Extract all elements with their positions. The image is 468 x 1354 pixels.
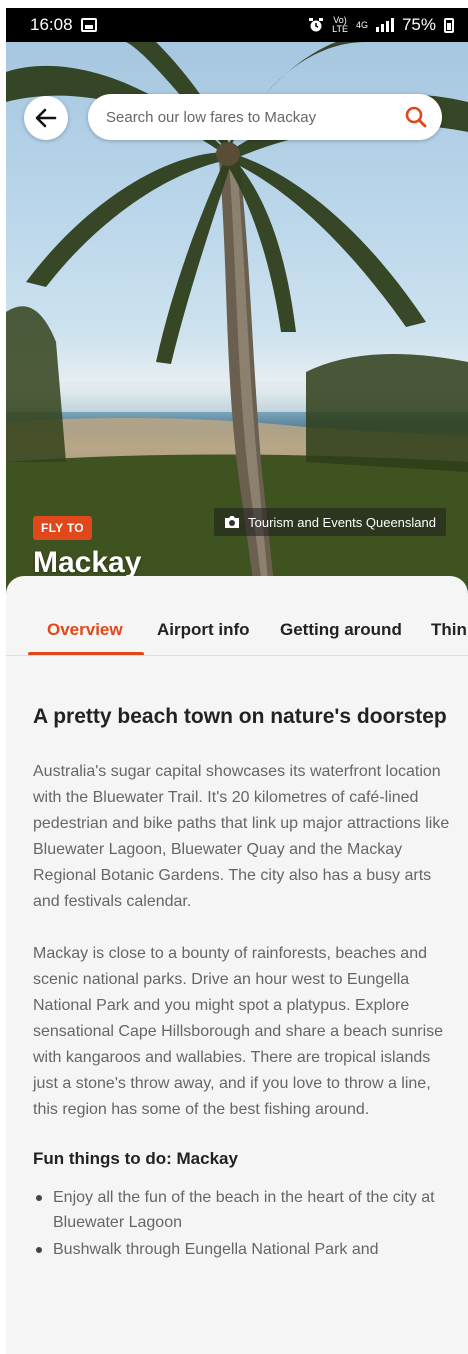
active-tab-indicator (28, 652, 144, 655)
battery-icon (444, 17, 454, 33)
alarm-icon (309, 18, 324, 32)
destination-title: Mackay (33, 546, 142, 579)
photo-credit: Tourism and Events Queensland (214, 508, 446, 536)
article-paragraph: Australia's sugar capital showcases its … (33, 763, 450, 910)
tab-things-to-do[interactable]: Thin (431, 620, 467, 640)
tab-overview[interactable]: Overview (47, 620, 123, 640)
article-heading: A pretty beach town on nature's doorstep (33, 705, 447, 728)
camera-icon (225, 516, 240, 528)
search-bar[interactable] (88, 94, 442, 140)
status-bar: 16:08 Vo) LTE 4G 75% (6, 8, 468, 42)
photo-credit-text: Tourism and Events Queensland (248, 514, 436, 530)
volte-bottom-label: LTE (332, 24, 348, 34)
tab-airport-info[interactable]: Airport info (157, 620, 250, 640)
fly-to-badge: FLY TO (33, 516, 92, 540)
list-item: Bushwalk through Eungella National Park … (33, 1237, 458, 1262)
search-icon[interactable] (404, 105, 428, 129)
overview-article: A pretty beach town on nature's doorstep… (33, 700, 458, 1264)
fun-things-heading: Fun things to do: Mackay (33, 1149, 238, 1168)
gallery-notification-icon (80, 18, 97, 32)
arrow-left-icon (35, 108, 57, 128)
back-button[interactable] (24, 96, 68, 140)
fun-things-list: Enjoy all the fun of the beach in the he… (33, 1185, 458, 1262)
battery-percent: 75% (401, 15, 436, 34)
tab-bar: Overview Airport info Getting around Thi… (6, 576, 468, 656)
content-sheet: Overview Airport info Getting around Thi… (6, 576, 468, 1354)
volte-indicator: Vo) LTE (332, 16, 348, 34)
app-screen: 16:08 Vo) LTE 4G 75% Search our low fare… (6, 8, 468, 1354)
network-type: 4G (355, 19, 368, 30)
search-input[interactable] (106, 108, 404, 126)
article-paragraph: Mackay is close to a bounty of rainfores… (33, 945, 444, 1118)
signal-icon (375, 18, 394, 32)
tab-getting-around[interactable]: Getting around (280, 620, 402, 640)
status-time: 16:08 (30, 15, 73, 34)
list-item: Enjoy all the fun of the beach in the he… (33, 1185, 458, 1235)
hero-image: FLY TO Tourism and Events Queensland Mac… (6, 42, 468, 602)
